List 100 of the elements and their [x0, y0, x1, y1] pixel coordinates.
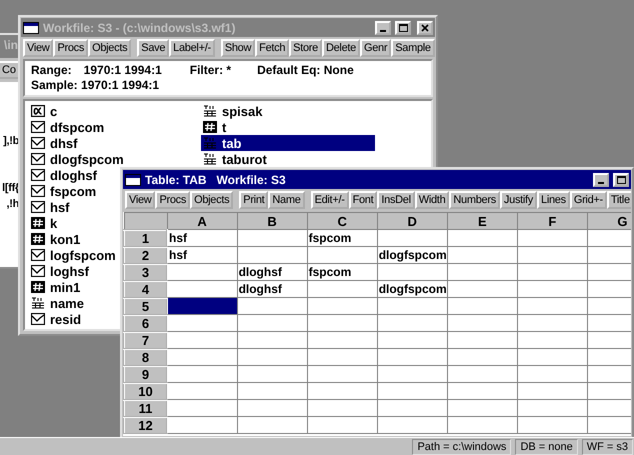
- toolbar-button[interactable]: View: [125, 191, 156, 209]
- object-item[interactable]: hsf: [29, 199, 72, 215]
- table-cell[interactable]: [167, 382, 238, 400]
- table-cell[interactable]: [377, 416, 448, 434]
- table-cell[interactable]: [237, 416, 308, 434]
- table-cell[interactable]: [517, 314, 588, 332]
- table-cell[interactable]: [237, 246, 308, 264]
- toolbar-button[interactable]: Lines: [537, 191, 570, 209]
- table-cell[interactable]: [517, 230, 588, 246]
- table-cell[interactable]: [307, 280, 378, 298]
- table-cell[interactable]: [377, 382, 448, 400]
- column-header[interactable]: E: [447, 212, 518, 230]
- table-cell[interactable]: [377, 314, 448, 332]
- table-cell[interactable]: [307, 366, 378, 382]
- object-item[interactable]: resid: [29, 311, 84, 327]
- table-cell[interactable]: dlogfspcom: [377, 246, 448, 264]
- table-cell[interactable]: dloghsf: [237, 264, 308, 280]
- object-item[interactable]: loghsf: [29, 263, 91, 279]
- toolbar-button[interactable]: Genr: [360, 39, 392, 57]
- table-cell[interactable]: [447, 264, 518, 280]
- close-button[interactable]: [417, 20, 433, 34]
- toolbar-button[interactable]: View: [23, 39, 54, 57]
- minimize-button[interactable]: [375, 20, 391, 34]
- table-cell[interactable]: [447, 230, 518, 246]
- table-cell[interactable]: [517, 382, 588, 400]
- table-cell[interactable]: [447, 246, 518, 264]
- table-cell[interactable]: [517, 264, 588, 280]
- object-item[interactable]: k: [29, 215, 60, 231]
- table-cell[interactable]: [377, 400, 448, 416]
- maximize-button[interactable]: [395, 20, 411, 34]
- table-cell[interactable]: [377, 332, 448, 348]
- table-cell[interactable]: fspcom: [307, 264, 378, 280]
- table-cell[interactable]: [447, 348, 518, 366]
- column-header[interactable]: B: [237, 212, 308, 230]
- table-cell[interactable]: [447, 382, 518, 400]
- toolbar-button[interactable]: Edit+/-: [310, 191, 349, 209]
- table-cell[interactable]: [447, 400, 518, 416]
- toolbar-button[interactable]: Objects: [88, 39, 132, 57]
- table-cell[interactable]: [167, 298, 238, 314]
- maximize-button[interactable]: [613, 172, 629, 186]
- table-cell[interactable]: [377, 264, 448, 280]
- table-cell[interactable]: hsf: [167, 246, 238, 264]
- toolbar-button[interactable]: Font: [348, 191, 378, 209]
- toolbar-button[interactable]: Store: [289, 39, 322, 57]
- toolbar-button[interactable]: Delete: [322, 39, 360, 57]
- table-cell[interactable]: dlogfspcom: [377, 280, 448, 298]
- object-item[interactable]: c: [29, 103, 60, 119]
- table-cell[interactable]: [447, 314, 518, 332]
- table-cell[interactable]: [237, 314, 308, 332]
- table-cell[interactable]: [167, 366, 238, 382]
- table-cell[interactable]: [307, 382, 378, 400]
- table-cell[interactable]: [447, 298, 518, 314]
- table-cell[interactable]: [237, 230, 308, 246]
- table-cell[interactable]: hsf: [167, 230, 238, 246]
- toolbar-button[interactable]: Sample: [391, 39, 435, 57]
- toolbar-button[interactable]: Justify: [500, 191, 537, 209]
- object-item[interactable]: t: [201, 119, 228, 135]
- table-cell[interactable]: [377, 298, 448, 314]
- toolbar-button[interactable]: Grid+-: [570, 191, 607, 209]
- table-cell[interactable]: dloghsf: [237, 280, 308, 298]
- toolbar-button[interactable]: Name: [268, 191, 305, 209]
- table-cell[interactable]: [517, 366, 588, 382]
- table-cell[interactable]: [517, 348, 588, 366]
- object-item[interactable]: tab: [201, 135, 375, 151]
- object-item[interactable]: kon1: [29, 231, 82, 247]
- table-cell[interactable]: [447, 332, 518, 348]
- toolbar-button[interactable]: Title: [606, 191, 631, 209]
- toolbar-button[interactable]: Procs: [53, 39, 88, 57]
- table-cell[interactable]: [307, 348, 378, 366]
- toolbar-button[interactable]: Procs: [155, 191, 190, 209]
- table-cell[interactable]: [307, 332, 378, 348]
- table-cell[interactable]: [167, 416, 238, 434]
- toolbar-button[interactable]: Objects: [190, 191, 234, 209]
- toolbar-button[interactable]: Show: [220, 39, 256, 57]
- table-cell[interactable]: [447, 366, 518, 382]
- object-item[interactable]: dlogfspcom: [29, 151, 126, 167]
- table-cell[interactable]: [237, 332, 308, 348]
- table-cell[interactable]: [517, 332, 588, 348]
- table-cell[interactable]: [447, 280, 518, 298]
- toolbar-button[interactable]: Numbers: [449, 191, 500, 209]
- table-cell[interactable]: [237, 382, 308, 400]
- table-cell[interactable]: [237, 400, 308, 416]
- toolbar-button[interactable]: Label+/-: [169, 39, 215, 57]
- toolbar-button[interactable]: Print: [239, 191, 268, 209]
- object-item[interactable]: taburot: [201, 151, 269, 167]
- table-cell[interactable]: [517, 298, 588, 314]
- table-cell[interactable]: [167, 264, 238, 280]
- table-cell[interactable]: [377, 366, 448, 382]
- table-cell[interactable]: [517, 416, 588, 434]
- column-header[interactable]: D: [377, 212, 448, 230]
- table-cell[interactable]: [167, 332, 238, 348]
- object-item[interactable]: spisak: [201, 103, 264, 119]
- table-cell[interactable]: [307, 416, 378, 434]
- object-item[interactable]: min1: [29, 279, 82, 295]
- table-cell[interactable]: [307, 314, 378, 332]
- table-cell[interactable]: [517, 246, 588, 264]
- column-header[interactable]: C: [307, 212, 378, 230]
- column-header[interactable]: F: [517, 212, 588, 230]
- toolbar-button[interactable]: Co: [0, 61, 20, 79]
- toolbar-button[interactable]: Width: [414, 191, 450, 209]
